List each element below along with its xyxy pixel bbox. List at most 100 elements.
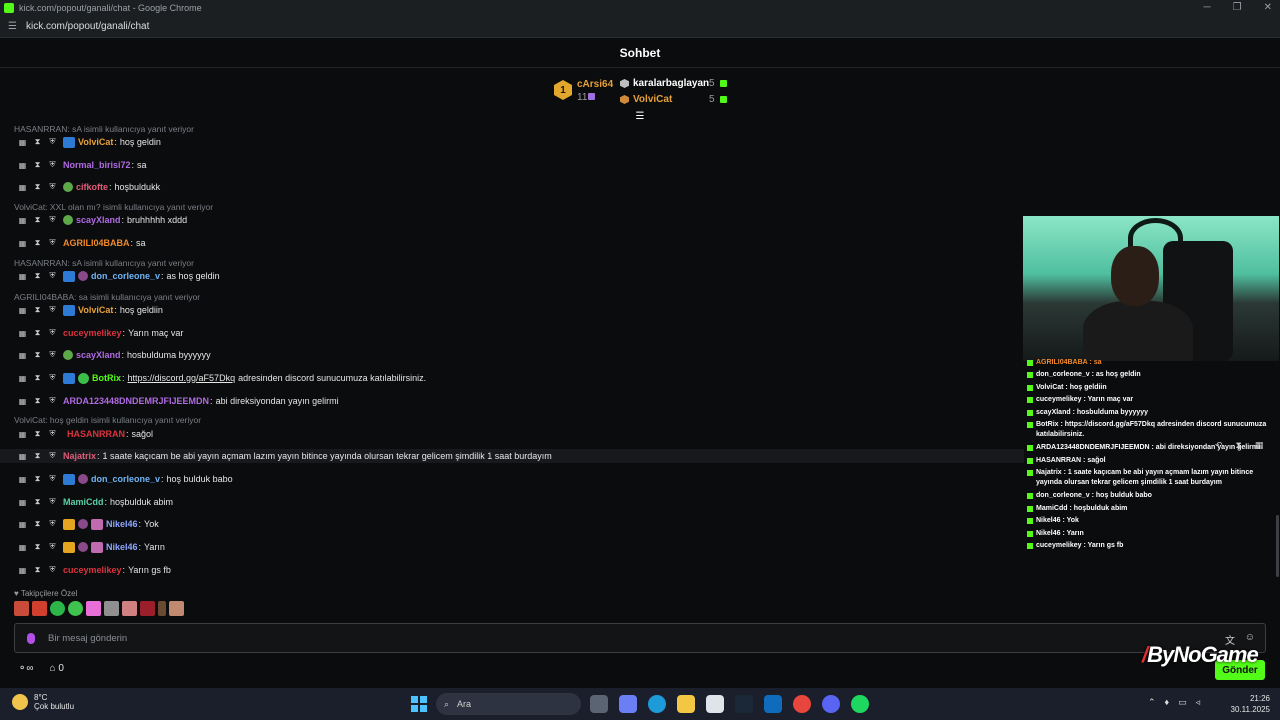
ban-icon[interactable]: ⛨ xyxy=(48,396,57,406)
delete-icon[interactable]: ▦ xyxy=(1255,440,1264,451)
chat-message[interactable]: ▦ ⧗ ⛨ BotRix: https://discord.gg/aF57Dkq adr… xyxy=(0,371,1024,385)
file-explorer-icon[interactable] xyxy=(677,695,695,713)
username[interactable]: cuceymelikey xyxy=(63,328,122,338)
delete-icon[interactable]: ▦ xyxy=(18,138,27,147)
ban-icon[interactable]: ⛨ xyxy=(48,474,57,484)
delete-icon[interactable]: ▦ xyxy=(18,239,27,248)
timeout-icon[interactable]: ⧗ xyxy=(33,350,42,360)
timeout-icon[interactable]: ⧗ xyxy=(33,542,42,552)
ban-icon[interactable]: ⛨ xyxy=(48,328,57,338)
username[interactable]: Nikel46 xyxy=(106,519,138,529)
chrome-icon[interactable] xyxy=(793,695,811,713)
speaker-icon[interactable]: ◃ xyxy=(1196,697,1201,708)
weather-widget[interactable]: 8°C Çok bulutlu xyxy=(12,693,74,711)
ban-icon[interactable]: ⛨ xyxy=(48,373,57,383)
minimize-icon[interactable]: ─ xyxy=(1204,2,1211,13)
reply-icon[interactable]: ↶ xyxy=(1215,440,1223,451)
emote-icon[interactable] xyxy=(122,601,137,616)
username[interactable]: Nikel46 xyxy=(106,542,138,552)
leader-name-3[interactable]: VolviCat xyxy=(633,94,672,105)
timeout-icon[interactable]: ⧗ xyxy=(33,182,42,192)
steam-icon[interactable] xyxy=(735,695,753,713)
chat-message[interactable]: ▦ ⧗ ⛨ HASANRRAN: sağol xyxy=(0,427,1024,441)
timeout-icon[interactable]: ⧗ xyxy=(33,474,42,484)
copilot-icon[interactable] xyxy=(619,695,637,713)
timeout-icon[interactable]: ⧗ xyxy=(33,451,42,461)
chat-message[interactable]: ▦ ⧗ ⛨ scayXland: hosbulduma byyyyyy xyxy=(0,348,1024,362)
ban-icon[interactable]: ⛨ xyxy=(48,497,57,507)
delete-icon[interactable]: ▦ xyxy=(18,183,27,192)
username[interactable]: Normal_birisi72 xyxy=(63,160,131,170)
username[interactable]: BotRix xyxy=(92,373,121,383)
username[interactable]: don_corleone_v xyxy=(91,271,160,281)
chevron-up-icon[interactable]: ⌃ xyxy=(1148,697,1156,708)
chat-message[interactable]: ▦ ⧗ ⛨ ARDA123448DNDEMRJFIJEEMDN: abi direks… xyxy=(0,394,1024,408)
clock[interactable]: 21:26 30.11.2025 xyxy=(1231,693,1270,715)
chat-message[interactable]: ▦ ⧗ ⛨ scayXland: bruhhhhh xddd xyxy=(0,213,1024,227)
timeout-icon[interactable]: ⧗ xyxy=(33,373,42,383)
emote-icon[interactable] xyxy=(158,601,166,616)
delete-icon[interactable]: ▦ xyxy=(18,161,27,170)
timeout-icon[interactable]: ⧗ xyxy=(33,215,42,225)
discord-icon[interactable] xyxy=(822,695,840,713)
outlook-icon[interactable] xyxy=(764,695,782,713)
site-info-icon[interactable]: ☰ xyxy=(8,21,17,32)
ban-icon[interactable]: ⛨ xyxy=(48,350,57,360)
ban-icon[interactable]: ⛨ xyxy=(48,519,57,529)
emote-icon[interactable] xyxy=(169,601,184,616)
leader-name-2[interactable]: karalarbaglayan xyxy=(633,78,709,89)
chat-message[interactable]: ▦ ⧗ ⛨ don_corleone_v: hoş bulduk babo xyxy=(0,472,1024,486)
address-bar[interactable]: ☰ kick.com/popout/ganali/chat xyxy=(0,16,1280,38)
username[interactable]: scayXland xyxy=(76,215,121,225)
edge-icon[interactable] xyxy=(648,695,666,713)
delete-icon[interactable]: ▦ xyxy=(18,351,27,360)
restore-icon[interactable]: ❐ xyxy=(1233,2,1242,13)
emote-icon[interactable] xyxy=(14,601,29,616)
infinity-points-icon[interactable]: ⚬∞ xyxy=(18,663,34,674)
emote-icon[interactable] xyxy=(104,601,119,616)
leader-name-1[interactable]: cArsi64 xyxy=(577,79,613,90)
delete-icon[interactable]: ▦ xyxy=(18,543,27,552)
display-icon[interactable]: ▭ xyxy=(1178,697,1187,708)
message-link[interactable]: https://discord.gg/aF57Dkq xyxy=(128,373,236,383)
ban-icon[interactable]: ⛨ xyxy=(48,215,57,225)
timeout-icon[interactable]: ⧗ xyxy=(33,519,42,529)
store-icon[interactable] xyxy=(706,695,724,713)
delete-icon[interactable]: ▦ xyxy=(18,306,27,315)
ban-icon[interactable]: ⛨ xyxy=(48,271,57,281)
timeout-icon[interactable]: ⧗ xyxy=(33,429,42,439)
ban-icon[interactable]: ⛨ xyxy=(48,542,57,552)
emote-icon[interactable] xyxy=(68,601,83,616)
emote-icon[interactable] xyxy=(32,601,47,616)
chat-message[interactable]: ▦ ⧗ ⛨ don_corleone_v: as hoş geldin xyxy=(0,269,1024,283)
username[interactable]: AGRILI04BABA xyxy=(63,238,130,248)
timeout-icon[interactable]: ⧗ xyxy=(33,160,42,170)
close-icon[interactable]: ✕ xyxy=(1264,2,1272,13)
chat-message[interactable]: ▦ ⧗ ⛨ cifkofte: hoşbuldukk xyxy=(0,180,1024,194)
microphone-icon[interactable] xyxy=(27,633,35,644)
username[interactable]: scayXland xyxy=(76,350,121,360)
heart-emote-icon[interactable] xyxy=(86,601,101,616)
delete-icon[interactable]: ▦ xyxy=(18,216,27,225)
delete-icon[interactable]: ▦ xyxy=(18,272,27,281)
timeout-icon[interactable]: ⧗ xyxy=(33,137,42,147)
ban-icon[interactable]: ⛨ xyxy=(48,429,57,439)
delete-icon[interactable]: ▦ xyxy=(18,329,27,338)
scrollbar[interactable] xyxy=(1276,515,1279,577)
task-view-icon[interactable] xyxy=(590,695,608,713)
start-button[interactable] xyxy=(411,696,427,712)
ban-icon[interactable]: ⛨ xyxy=(48,451,57,461)
ban-icon[interactable]: ⛨ xyxy=(48,238,57,248)
chat-message[interactable]: ▦ ⧗ ⛨ VolviCat: hoş geldiin xyxy=(0,303,1024,317)
username[interactable]: VolviCat xyxy=(78,137,113,147)
timeout-icon[interactable]: ⧗ xyxy=(33,328,42,338)
timeout-icon[interactable]: ⧗ xyxy=(1236,440,1242,451)
chat-message[interactable]: ▦ ⧗ ⛨ AGRILI04BABA: sa xyxy=(0,236,1024,250)
username[interactable]: ARDA123448DNDEMRJFIJEEMDN xyxy=(63,396,209,406)
spotify-icon[interactable] xyxy=(851,695,869,713)
chat-message[interactable]: ▦ ⧗ ⛨ cuceymelikey: Yarın gs fb xyxy=(0,563,1024,577)
ban-icon[interactable]: ⛨ xyxy=(48,182,57,192)
store-icon[interactable]: ⌂ 0 xyxy=(50,663,64,674)
username[interactable]: cifkofte xyxy=(76,182,108,192)
timeout-icon[interactable]: ⧗ xyxy=(33,497,42,507)
